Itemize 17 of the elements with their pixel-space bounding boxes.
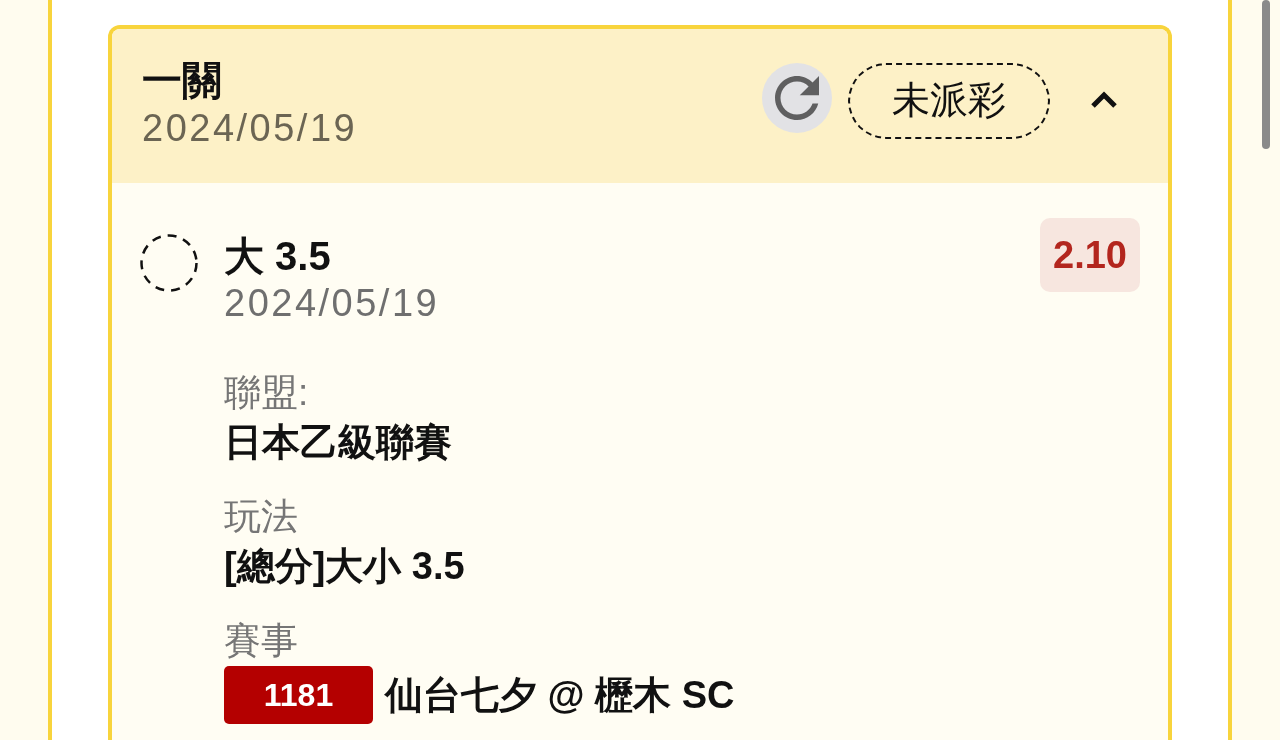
bet-date: 2024/05/19	[142, 106, 358, 151]
field-value: [總分]大小 3.5	[224, 544, 465, 589]
field-value: 日本乙級聯賽	[224, 420, 452, 465]
bet-title: 一關	[142, 57, 222, 104]
field-label: 聯盟:	[224, 371, 309, 415]
field-label: 玩法	[224, 495, 298, 539]
selection-date: 2024/05/19	[224, 281, 440, 326]
scrollbar-thumb[interactable]	[1262, 0, 1270, 149]
refresh-icon	[775, 76, 819, 120]
payout-status: 未派彩	[848, 63, 1050, 139]
odds-badge: 2.10	[1040, 218, 1140, 292]
match-name: 仙台七夕 @ 櫪木 SC	[385, 673, 735, 718]
chevron-up-icon	[1090, 91, 1118, 109]
selection-title: 大 3.5	[224, 233, 331, 280]
field-label: 賽事	[224, 619, 298, 663]
dashed-circle-icon	[140, 234, 198, 292]
match-number-badge: 1181	[224, 666, 373, 724]
